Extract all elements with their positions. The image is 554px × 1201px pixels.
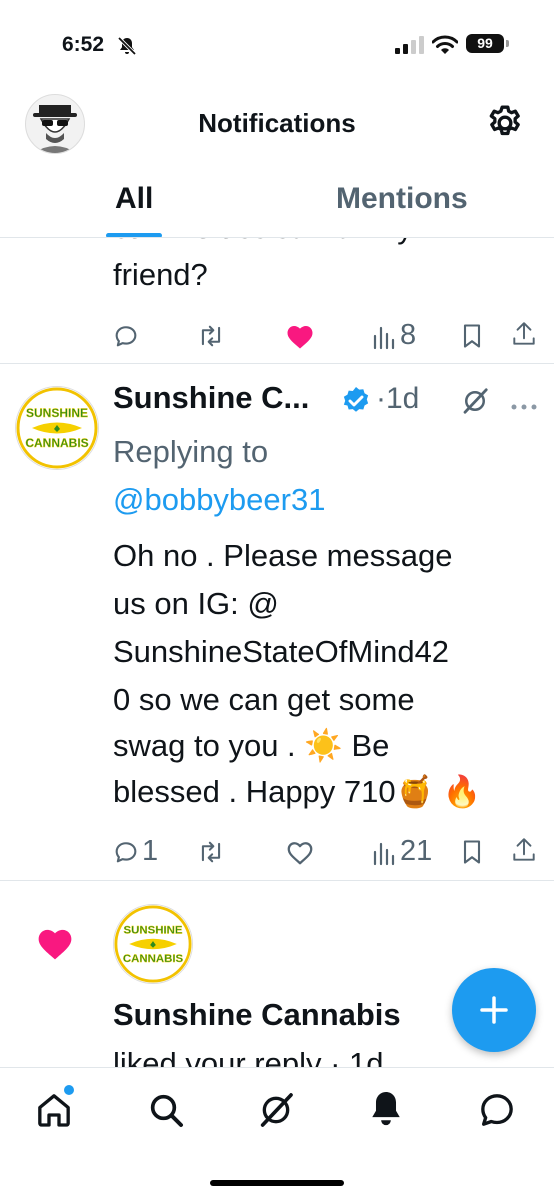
battery-indicator: 99 [466, 34, 504, 53]
tweet-line-2: us on IG: @ [113, 586, 279, 621]
sunshine-cannabis-avatar[interactable]: SUNSHINE CANNABIS [15, 386, 99, 470]
logo-text-sunshine: SUNSHINE [124, 925, 183, 937]
bell-slash-icon [117, 36, 137, 61]
prev-tweet-clip: can we assist with my [0, 238, 554, 260]
bookmark-icon[interactable] [460, 838, 484, 871]
views-count: 8 [400, 319, 417, 351]
cellular-signal-icon [395, 36, 425, 59]
logo-text-cannabis: CANNABIS [25, 436, 88, 450]
like-icon[interactable] [285, 838, 315, 871]
retweet-icon[interactable] [196, 838, 226, 871]
more-options-icon[interactable] [510, 398, 538, 416]
liker-name[interactable]: Sunshine Cannabis [113, 997, 401, 1033]
heart-notification-icon [35, 925, 75, 966]
grok-icon[interactable] [460, 386, 490, 421]
display-name: Sunshine C... [113, 380, 310, 415]
tweet-line-4: 0 so we can get some [113, 682, 415, 717]
views-icon [373, 842, 395, 865]
wifi-icon [431, 35, 459, 60]
tweet-line-1: Oh no . Please message [113, 538, 453, 573]
bookmark-icon[interactable] [460, 322, 484, 355]
logo-text-sunshine: SUNSHINE [26, 406, 88, 420]
gear-icon[interactable] [485, 103, 525, 148]
tab-mentions[interactable]: Mentions [336, 182, 468, 216]
tweet-line-6: blessed . Happy 710🍯 🔥 [113, 774, 482, 809]
share-icon[interactable] [511, 836, 537, 869]
views-action[interactable]: 8 [372, 319, 416, 352]
retweet-icon[interactable] [196, 322, 226, 355]
views-icon [373, 326, 395, 349]
status-time: 6:52 [62, 33, 105, 56]
reply-icon[interactable] [112, 322, 140, 355]
reply-count: 1 [142, 835, 159, 867]
views-count: 21 [400, 835, 433, 867]
verified-badge-icon [340, 385, 372, 422]
sunshine-cannabis-avatar[interactable]: SUNSHINE CANNABIS [113, 904, 193, 984]
liked-text: liked your reply · 1d [113, 1046, 384, 1067]
tweet-author[interactable]: Sunshine C... [113, 380, 309, 416]
tweet-line-5: swag to you . ☀️ Be [113, 728, 390, 763]
grok-nav-icon[interactable] [256, 1090, 296, 1135]
replying-to-label: Replying to [113, 434, 269, 469]
new-activity-dot [64, 1085, 74, 1095]
tweet-divider [0, 880, 554, 881]
compose-button[interactable] [452, 968, 536, 1052]
prev-tweet-text: friend? [113, 257, 208, 292]
replying-to-handle[interactable]: @bobbybeer31 [113, 476, 325, 524]
home-indicator [210, 1180, 344, 1186]
reply-action[interactable]: 1 [112, 835, 158, 868]
like-icon-filled[interactable] [285, 322, 315, 355]
tweet-line-3: SunshineStateOfMind42 [113, 634, 450, 669]
plus-icon [480, 996, 508, 1024]
tab-all[interactable]: All [115, 182, 153, 216]
logo-text-cannabis: CANNABIS [123, 953, 184, 965]
tweet-time-value: 1d [386, 382, 420, 415]
search-icon[interactable] [146, 1090, 186, 1135]
prev-tweet-text-partial: can we assist with my [113, 238, 413, 252]
home-icon[interactable] [34, 1090, 74, 1135]
views-action[interactable]: 21 [372, 835, 432, 868]
battery-tip [506, 40, 509, 47]
reply-icon [115, 841, 137, 862]
messages-icon[interactable] [477, 1090, 517, 1135]
tweet-divider [0, 363, 554, 364]
notifications-bell-icon[interactable] [366, 1088, 406, 1135]
tweet-time: ·1d [376, 382, 420, 415]
share-icon[interactable] [511, 320, 537, 353]
page-title: Notifications [198, 108, 356, 138]
